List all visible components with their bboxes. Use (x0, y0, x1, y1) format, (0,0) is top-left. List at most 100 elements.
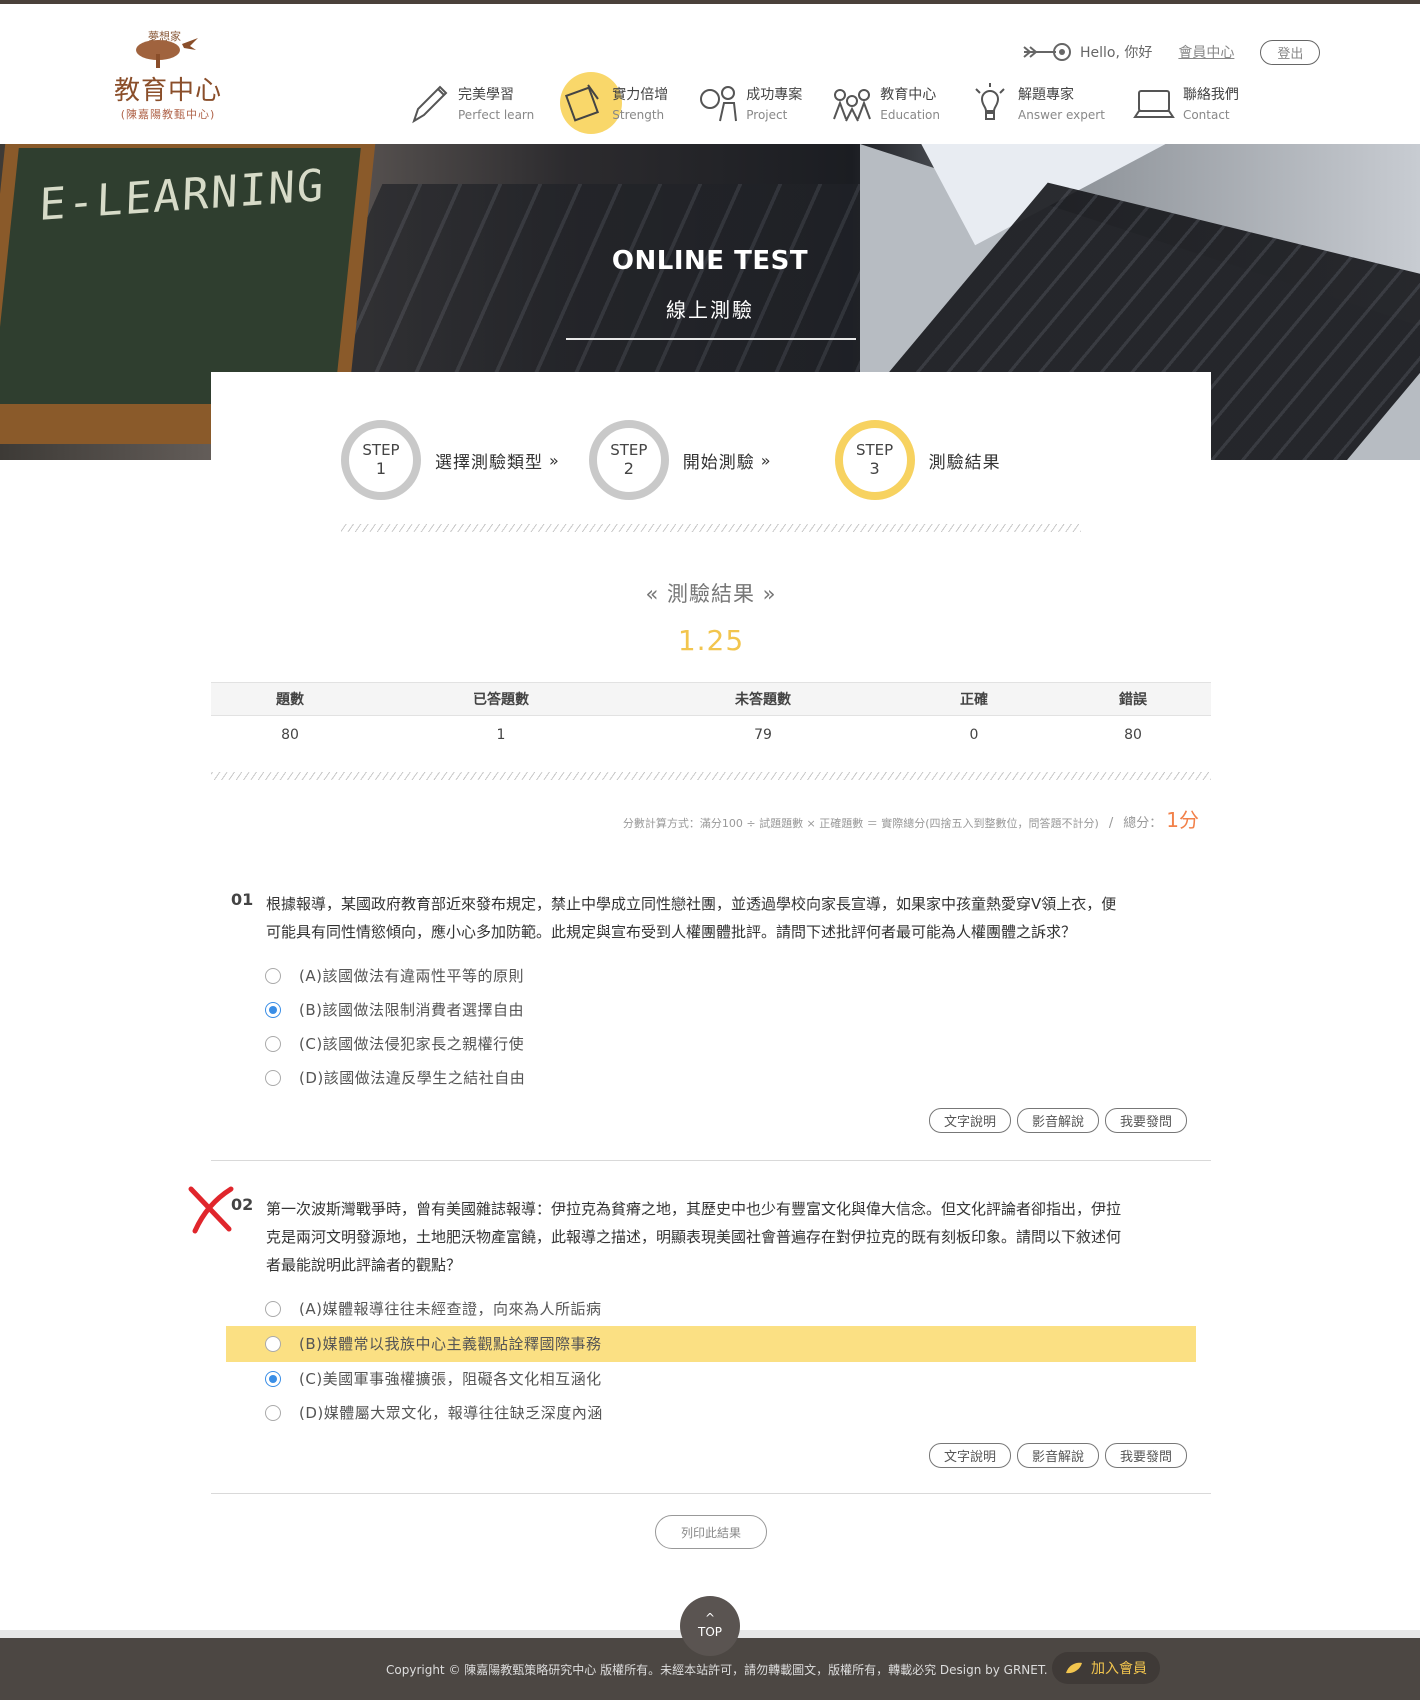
nav-project[interactable]: 成功專案 Project (696, 72, 802, 134)
formula-separator: / (1108, 816, 1114, 831)
radio-button-selected[interactable] (265, 1371, 281, 1387)
stats-value: 1 (496, 727, 506, 743)
stats-value: 80 (1124, 727, 1142, 743)
video-explanation-button[interactable]: 影音解說 (1016, 1108, 1099, 1133)
step-1: STEP 1 選擇測驗類型 » (341, 420, 559, 500)
option-text: (C)美國軍事強權擴張，阻礙各文化相互涵化 (299, 1370, 602, 1388)
nav-perfect-learn[interactable]: 完美學習 Perfect learn (408, 72, 534, 134)
radio-button[interactable] (265, 1336, 281, 1352)
option-text: (D)該國做法違反學生之結社自由 (299, 1069, 526, 1087)
nav-label-zh: 聯絡我們 (1182, 87, 1239, 103)
option-a[interactable]: (A)媒體報導往往未經查證，向來為人所詬病 (211, 1291, 1211, 1325)
step-3: STEP 3 測驗結果 (834, 420, 1001, 500)
stats-header: 已答題數 (473, 692, 529, 708)
option-c[interactable]: (C)該國做法侵犯家長之親權行使 (211, 1026, 1211, 1060)
hatch-divider (341, 524, 1081, 532)
radio-button[interactable] (265, 1301, 281, 1317)
join-member-label: 加入會員 (1091, 1661, 1147, 1677)
arrow-target-icon (1023, 43, 1071, 61)
logout-button[interactable]: 登出 (1260, 39, 1321, 65)
content-card: STEP 1 選擇測驗類型 » STEP 2 開始測驗 » STEP 3 測驗結果 «… (188, 372, 1211, 1642)
site-header: 夢想家 教育中心 (陳嘉陽教甄中心) Hello, 你好 會員中心 登出 完美學… (0, 4, 1420, 144)
magnifier-person-icon (696, 81, 740, 125)
nav-label-en: Strength (612, 108, 665, 122)
back-to-top-button[interactable]: ^ TOP (680, 1596, 740, 1656)
hatch-divider (211, 772, 1211, 780)
nav-education[interactable]: 教育中心 Education (830, 72, 940, 134)
member-center-link[interactable]: 會員中心 (1178, 42, 1234, 62)
nav-answer-expert[interactable]: 解題專家 Answer expert (968, 72, 1105, 134)
leaf-icon (1066, 1662, 1082, 1674)
option-text: (D)媒體屬大眾文化，報導往往缺乏深度內涵 (299, 1404, 603, 1422)
stats-header: 題數 (276, 692, 304, 708)
user-bar: Hello, 你好 會員中心 登出 (1022, 38, 1321, 66)
tree-logo-icon (136, 38, 198, 68)
option-d[interactable]: (D)該國做法違反學生之結社自由 (211, 1060, 1211, 1094)
top-label: TOP (697, 1625, 722, 1639)
banner-title-en: ONLINE TEST (611, 246, 809, 276)
nav-label-zh: 解題專家 (1018, 87, 1074, 103)
main-nav: 完美學習 Perfect learn 實力倍增 Strength 成功專案 Proje… (408, 72, 1267, 134)
stats-header: 錯誤 (1119, 692, 1147, 708)
logo-name: 教育中心 (113, 76, 222, 106)
step-word: STEP (362, 441, 400, 459)
nav-label-zh: 實力倍增 (612, 87, 669, 103)
question-divider (211, 1493, 1211, 1494)
step-word: STEP (610, 441, 648, 459)
site-logo[interactable]: 夢想家 教育中心 (陳嘉陽教甄中心) (108, 26, 228, 126)
radio-button[interactable] (265, 968, 281, 984)
text-explanation-button[interactable]: 文字說明 (928, 1443, 1011, 1468)
step-label: 開始測驗 (682, 452, 755, 473)
text-explanation-button[interactable]: 文字說明 (928, 1108, 1011, 1133)
result-score: 1.25 (677, 624, 745, 657)
nav-label-en: Education (880, 108, 940, 122)
hello-text: Hello, 你好 (1080, 45, 1153, 61)
step-label: 選擇測驗類型 (435, 452, 543, 473)
step-number: 1 (375, 459, 387, 478)
banner-underline (566, 338, 856, 340)
radio-button-selected[interactable] (265, 1002, 281, 1018)
stats-header: 正確 (960, 692, 988, 708)
stats-value: 79 (754, 727, 772, 743)
step-number: 3 (869, 459, 880, 478)
option-b[interactable]: (B)該國做法限制消費者選擇自由 (211, 992, 1211, 1026)
question-number: 02 (231, 1195, 254, 1214)
option-c[interactable]: (C)美國軍事強權擴張，阻礙各文化相互涵化 (211, 1361, 1211, 1395)
radio-button[interactable] (265, 1070, 281, 1086)
nav-label-en: Project (746, 108, 788, 122)
stats-header-row: 題數 已答題數 未答題數 正確 錯誤 (211, 682, 1211, 716)
chevron-up-icon: ^ (704, 1611, 716, 1625)
option-d[interactable]: (D)媒體屬大眾文化，報導往往缺乏深度內涵 (211, 1395, 1211, 1429)
print-result-button[interactable]: 列印此結果 (655, 1515, 767, 1549)
chalkboard-surface: E-LEARNING (0, 148, 361, 404)
video-explanation-button[interactable]: 影音解說 (1016, 1443, 1099, 1468)
option-a[interactable]: (A)該國做法有違兩性平等的原則 (211, 958, 1211, 992)
radio-button[interactable] (265, 1036, 281, 1052)
nav-strength[interactable]: 實力倍增 Strength (560, 72, 669, 134)
result-title: « 測驗結果 » (645, 582, 777, 606)
nav-contact[interactable]: 聯絡我們 Contact (1133, 72, 1239, 134)
formula-text: 分數計算方式：滿分100 ÷ 試題題數 × 正確題數 ＝ 實際總分(四捨五入到整… (622, 817, 1099, 830)
chalkboard-text: E-LEARNING (38, 160, 327, 231)
question-number: 01 (231, 890, 254, 909)
step-number: 2 (623, 459, 634, 478)
option-text: (A)媒體報導往往未經查證，向來為人所詬病 (299, 1300, 602, 1318)
logo-subtitle: (陳嘉陽教甄中心) (120, 108, 216, 121)
lightbulb-icon (968, 81, 1012, 125)
pen-icon (408, 81, 452, 125)
radio-button[interactable] (265, 1405, 281, 1421)
join-member-button[interactable]: 加入會員 (1052, 1652, 1160, 1684)
stats-value: 80 (281, 727, 299, 743)
nav-label-zh: 教育中心 (880, 87, 937, 103)
ask-question-button[interactable]: 我要發問 (1104, 1443, 1187, 1468)
group-icon (830, 81, 874, 125)
step-label: 測驗結果 (928, 452, 1001, 473)
step-circle: STEP 3 (834, 420, 915, 500)
question-text: 第一次波斯灣戰爭時，曾有美國雜誌報導：伊拉克為貧瘠之地，其歷史中也少有豐富文化與… (266, 1200, 1122, 1274)
computer-icon (1133, 81, 1177, 125)
ask-question-button[interactable]: 我要發問 (1104, 1108, 1187, 1133)
option-text: (A)該國做法有違兩性平等的原則 (299, 967, 524, 985)
option-b-correct-answer[interactable]: (B)媒體常以我族中心主義觀點詮釋國際事務 (226, 1326, 1196, 1362)
stats-value-row: 80 1 79 0 80 (211, 716, 1211, 754)
question-actions: 文字說明 影音解說 我要發問 (923, 1108, 1187, 1133)
